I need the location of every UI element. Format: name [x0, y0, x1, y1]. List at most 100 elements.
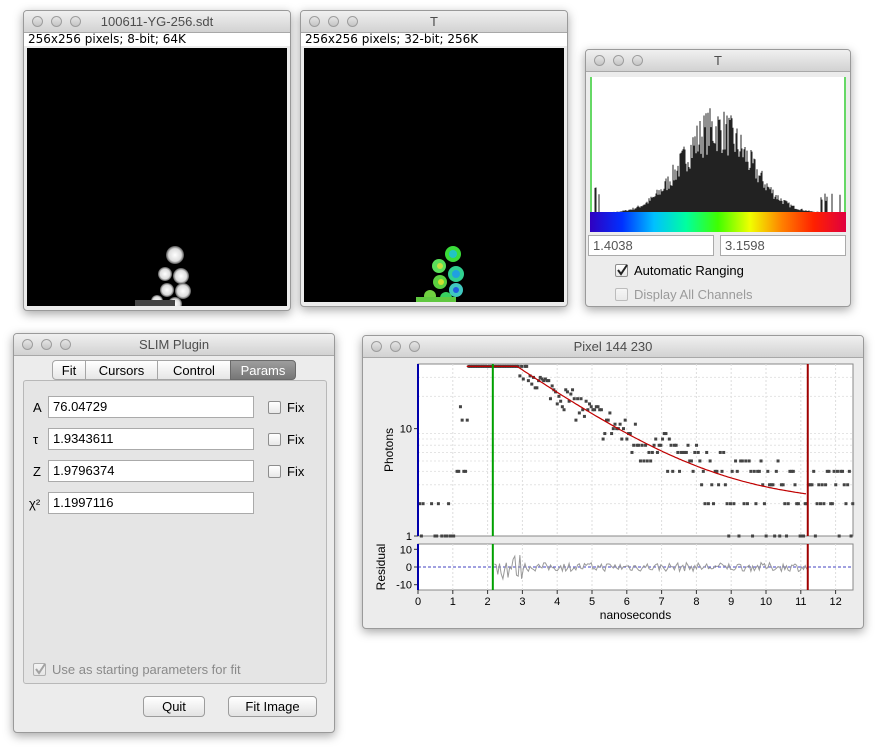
data-point — [710, 483, 714, 487]
x-tick-label: 4 — [554, 596, 560, 608]
param-a-field[interactable]: 76.04729 — [48, 396, 254, 418]
slim-plugin-window[interactable]: SLIM Plugin Fit Cursors Control Params A… — [13, 333, 335, 733]
fix-tau-checkbox[interactable] — [268, 433, 281, 446]
tab-control[interactable]: Control — [157, 360, 231, 380]
data-point — [574, 418, 578, 422]
data-point — [764, 534, 768, 538]
tab-params[interactable]: Params — [230, 360, 296, 380]
decay-chart[interactable]: 0 1 2 3 4 5 6 7 8 9 10 11 12110100-10PhotonsResidual… — [363, 358, 861, 626]
residual-tick-label: -10 — [396, 580, 412, 592]
data-point — [695, 443, 699, 447]
tab-cursors[interactable]: Cursors — [85, 360, 158, 380]
fit-image-button[interactable]: Fit Image — [228, 696, 317, 717]
data-point — [689, 459, 693, 463]
data-point — [671, 469, 675, 473]
data-point — [579, 397, 583, 401]
data-point — [706, 502, 710, 506]
data-point — [830, 502, 834, 506]
data-point — [630, 450, 634, 454]
image-window-intensity[interactable]: 100611-YG-256.sdt 256x256 pixels; 8-bit;… — [23, 10, 291, 311]
title-bar[interactable]: T — [301, 11, 567, 33]
data-point — [754, 502, 758, 506]
tab-fit[interactable]: Fit — [52, 360, 86, 380]
param-a-label: A — [33, 400, 42, 415]
use-start-params-checkbox[interactable] — [33, 663, 46, 676]
data-point — [785, 534, 789, 538]
data-point — [589, 405, 593, 409]
title-bar[interactable]: Pixel 144 230 — [363, 336, 863, 358]
data-point — [832, 469, 836, 473]
x-tick-label: 7 — [659, 596, 665, 608]
data-point — [666, 469, 670, 473]
data-point — [435, 534, 439, 538]
data-point — [661, 437, 665, 441]
title-bar[interactable]: T — [586, 50, 850, 72]
data-point — [791, 469, 795, 473]
data-point — [623, 418, 627, 422]
data-point — [759, 459, 763, 463]
data-point — [705, 450, 709, 454]
data-point — [781, 483, 785, 487]
pixel-decay-window[interactable]: Pixel 144 230 0 1 2 3 4 5 6 7 8 9 10 11 12 1 10 10 0 -10 P… — [362, 335, 864, 629]
data-point — [844, 502, 848, 506]
data-point — [535, 386, 539, 390]
display-all-channels-checkbox[interactable] — [615, 288, 628, 301]
x-tick-label: 1 — [450, 596, 456, 608]
range-min-field[interactable]: 1.4038 — [588, 235, 714, 256]
data-point — [786, 502, 790, 506]
range-max-field[interactable]: 3.1598 — [720, 235, 846, 256]
data-point — [771, 483, 775, 487]
image-info: 256x256 pixels; 32-bit; 256K — [301, 33, 567, 46]
param-tau-label: τ — [33, 432, 39, 447]
data-point — [608, 411, 612, 415]
data-point — [747, 459, 751, 463]
auto-ranging-checkbox[interactable] — [615, 264, 628, 277]
data-point — [744, 459, 748, 463]
data-point — [751, 534, 755, 538]
data-point — [599, 408, 603, 412]
histogram-plot — [590, 77, 846, 213]
title-bar[interactable]: SLIM Plugin — [14, 334, 334, 356]
fix-a-checkbox[interactable] — [268, 401, 281, 414]
data-point — [419, 534, 423, 538]
histogram-window[interactable]: T 1.4038 3.1598 Automatic Ranging Displa… — [585, 49, 851, 307]
data-point — [723, 483, 727, 487]
window-title: SLIM Plugin — [138, 337, 210, 352]
fix-z-checkbox[interactable] — [268, 465, 281, 478]
data-point — [650, 450, 654, 454]
data-point — [521, 377, 525, 381]
display-all-channels-label: Display All Channels — [634, 287, 753, 302]
x-tick-label: 5 — [589, 596, 595, 608]
title-bar[interactable]: 100611-YG-256.sdt — [24, 11, 290, 33]
data-point — [835, 469, 839, 473]
x-tick-label: 2 — [485, 596, 491, 608]
data-point — [846, 483, 850, 487]
quit-button[interactable]: Quit — [143, 696, 205, 717]
use-start-params-label: Use as starting parameters for fit — [52, 662, 241, 677]
data-point — [732, 502, 736, 506]
data-point — [678, 469, 682, 473]
data-point — [655, 450, 659, 454]
data-point — [812, 469, 816, 473]
image-window-lifetime[interactable]: T 256x256 pixels; 32-bit; 256K — [300, 10, 568, 307]
data-point — [691, 469, 695, 473]
data-point — [737, 534, 741, 538]
x-tick-label: 11 — [795, 596, 806, 608]
data-point — [560, 405, 564, 409]
data-point — [757, 469, 761, 473]
param-tau-field[interactable]: 1.9343611 — [48, 428, 254, 450]
data-point — [445, 534, 449, 538]
data-point — [562, 408, 566, 412]
intensity-image[interactable] — [27, 48, 287, 310]
param-z-label: Z — [33, 464, 41, 479]
data-point — [645, 459, 649, 463]
data-point — [632, 443, 636, 447]
x-tick-label: 3 — [519, 596, 525, 608]
data-point — [518, 374, 522, 378]
lifetime-image[interactable] — [304, 48, 564, 304]
data-point — [460, 418, 464, 422]
data-point — [525, 364, 529, 368]
param-chi2-field[interactable]: 1.1997116 — [48, 492, 254, 514]
data-point — [550, 384, 554, 388]
param-z-field[interactable]: 1.9796374 — [48, 460, 254, 482]
